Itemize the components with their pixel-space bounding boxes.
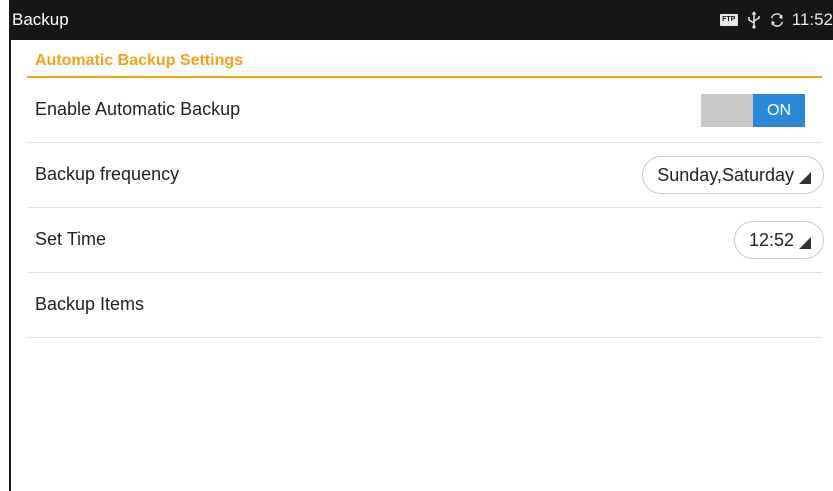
status-bar: FTP 11:52 [719, 9, 833, 31]
time-label: Set Time [35, 229, 107, 249]
row-enable-auto-backup[interactable]: Enable Automatic Backup ON [27, 78, 822, 143]
app-title: Backup [12, 10, 69, 29]
section-title: Automatic Backup Settings [35, 52, 244, 69]
title-bar: Backup FTP 11:52 [11, 0, 833, 40]
backup-items-label: Backup Items [35, 294, 145, 314]
section-header: Automatic Backup Settings [27, 40, 822, 78]
time-dropdown[interactable]: 12:52 [733, 221, 824, 259]
frequency-value: Sunday,Saturday [657, 164, 794, 185]
auto-backup-toggle[interactable]: ON [701, 94, 805, 127]
time-value: 12:52 [748, 229, 794, 250]
ftp-icon: FTP [719, 14, 738, 26]
window-left-edge [0, 0, 11, 491]
toggle-state: ON [753, 94, 805, 127]
dropdown-triangle-icon [799, 237, 811, 249]
row-backup-items[interactable]: Backup Items [27, 273, 822, 338]
dropdown-triangle-icon [799, 172, 811, 184]
row-set-time[interactable]: Set Time 12:52 [27, 208, 824, 273]
frequency-label: Backup frequency [35, 164, 180, 184]
auto-backup-label: Enable Automatic Backup [35, 99, 241, 119]
sync-icon [770, 13, 783, 27]
clock: 11:52 [791, 10, 833, 29]
frequency-dropdown[interactable]: Sunday,Saturday [642, 156, 824, 194]
row-backup-frequency[interactable]: Backup frequency Sunday,Saturday [27, 143, 824, 208]
usb-icon [747, 11, 760, 29]
